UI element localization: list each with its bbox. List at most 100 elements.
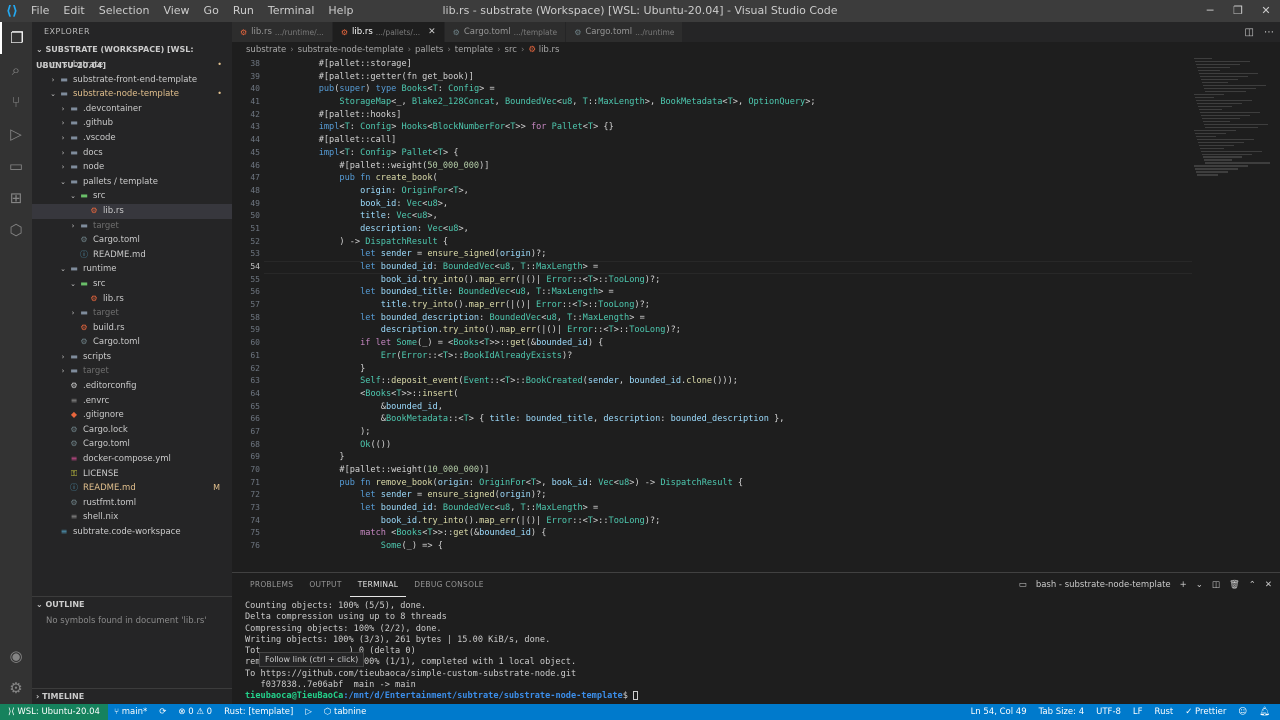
breadcrumb-item[interactable]: src <box>505 45 517 55</box>
workspace-header[interactable]: ⌄ SUBSTRATE (WORKSPACE) [WSL: UBUNTU-20.… <box>32 42 232 70</box>
menu-item-edit[interactable]: Edit <box>56 0 91 22</box>
formatter-status[interactable]: ✓ Prettier <box>1179 704 1232 720</box>
tree-item-pallets-template[interactable]: ⌄ ▬ pallets / template <box>32 175 232 190</box>
code-line[interactable]: Self::deposit_event(Event::<T>::BookCrea… <box>298 375 816 388</box>
feedback-icon[interactable]: ☺ <box>1232 704 1253 720</box>
tree-item-subtrate-code-workspace[interactable]: ≡ subtrate.code-workspace <box>32 525 232 540</box>
code-editor[interactable]: 38 39 40 41 42 43 44 45 46 47 48 49 50 51 52 53 54 55 56 57… <box>232 58 1280 572</box>
tree-item--gitignore[interactable]: ◆ .gitignore <box>32 408 232 423</box>
settings-gear-icon[interactable]: ⚙ <box>0 672 32 704</box>
code-line[interactable]: if let Some(_) = <Books<T>>::get(&bounde… <box>298 337 816 350</box>
breadcrumb-item[interactable]: substrate <box>246 45 286 55</box>
tree-item-node[interactable]: › ▬ node <box>32 160 232 175</box>
tab-lib-rs-0[interactable]: ⚙ lib.rs .../runtime/... <box>232 22 333 42</box>
tree-item-docker-compose-yml[interactable]: ≡ docker-compose.yml <box>32 452 232 467</box>
tree-item-cargo-toml[interactable]: ⚙ Cargo.toml <box>32 437 232 452</box>
tab-size[interactable]: Tab Size: 4 <box>1033 704 1091 720</box>
tree-item-src[interactable]: ⌄ ▬ src <box>32 189 232 204</box>
code-line[interactable]: #[pallet::weight(50_000_000)] <box>298 160 816 173</box>
code-line[interactable]: #[pallet::storage] <box>298 58 816 71</box>
tree-item--github[interactable]: › ▬ .github <box>32 116 232 131</box>
tree-item--envrc[interactable]: ≡ .envrc <box>32 394 232 409</box>
breadcrumb-item[interactable]: substrate-node-template <box>298 45 404 55</box>
code-line[interactable]: StorageMap<_, Blake2_128Concat, BoundedV… <box>298 96 815 109</box>
tree-item-scripts[interactable]: › ▬ scripts <box>32 350 232 365</box>
code-line[interactable]: #[pallet::getter(fn get_book)] <box>298 71 816 84</box>
end-of-line[interactable]: LF <box>1127 704 1149 720</box>
code-line[interactable]: description: Vec<u8>, <box>298 223 816 236</box>
tree-item-src[interactable]: ⌄ ▬ src <box>32 277 232 292</box>
code-line[interactable]: book_id.try_into().map_err(|()| Error::<… <box>298 515 816 528</box>
tree-item--devcontainer[interactable]: › ▬ .devcontainer <box>32 102 232 117</box>
code-line[interactable]: pub fn remove_book(origin: OriginFor<T>,… <box>298 477 816 490</box>
tree-item-readme-md[interactable]: ⓘ README.md <box>32 248 232 263</box>
tree-item-target[interactable]: › ▬ target <box>32 306 232 321</box>
minimize-icon[interactable]: ─ <box>1196 0 1224 22</box>
menu-item-selection[interactable]: Selection <box>92 0 157 22</box>
menu-item-run[interactable]: Run <box>226 0 261 22</box>
source-control-icon[interactable]: ⑂ <box>0 86 32 118</box>
code-line[interactable]: &BookMetadata::<T> { title: bounded_titl… <box>298 413 816 426</box>
breadcrumb-item[interactable]: template <box>455 45 493 55</box>
code-line[interactable]: let bounded_title: BoundedVec<u8, T::Max… <box>298 286 816 299</box>
code-line[interactable]: Err(Error::<T>::BookIdAlreadyExists)? <box>298 350 816 363</box>
code-line[interactable]: Ok(()) <box>298 439 816 452</box>
breadcrumb-item[interactable]: pallets <box>415 45 443 55</box>
code-line[interactable]: origin: OriginFor<T>, <box>298 185 816 198</box>
code-line[interactable]: #[pallet::weight(10_000_000)] <box>298 464 816 477</box>
search-icon[interactable]: ⌕ <box>0 54 32 86</box>
chevron-up-icon[interactable]: ⌃ <box>1249 580 1256 590</box>
docker-icon[interactable]: ⬡ <box>0 214 32 246</box>
problems-indicator[interactable]: ⊗ 0 ⚠ 0 <box>172 704 218 720</box>
tree-item-lib-rs[interactable]: ⚙ lib.rs <box>32 203 232 219</box>
tree-item-lib-rs[interactable]: ⚙ lib.rs <box>32 292 232 307</box>
tree-item-cargo-toml[interactable]: ⚙ Cargo.toml <box>32 233 232 248</box>
tree-item--vscode[interactable]: › ▬ .vscode <box>32 131 232 146</box>
code-line[interactable]: pub fn create_book( <box>298 172 816 185</box>
code-line[interactable]: title: Vec<u8>, <box>298 210 816 223</box>
code-line[interactable]: book_id: Vec<u8>, <box>298 198 816 211</box>
tree-item-substrate-node-template[interactable]: ⌄ ▬ substrate-node-template • <box>32 87 232 102</box>
close-tab-icon[interactable]: ✕ <box>428 27 436 37</box>
menu-item-terminal[interactable]: Terminal <box>261 0 322 22</box>
maximize-icon[interactable]: ❐ <box>1224 0 1252 22</box>
timeline-section-header[interactable]: › TIMELINE <box>32 688 232 704</box>
tree-item-license[interactable]: ⚿ LICENSE <box>32 467 232 482</box>
code-line[interactable]: impl<T: Config> Hooks<BlockNumberFor<T>>… <box>298 121 816 134</box>
cursor-position[interactable]: Ln 54, Col 49 <box>965 704 1033 720</box>
code-line[interactable]: let bounded_id: BoundedVec<u8, T::MaxLen… <box>298 261 816 274</box>
code-line[interactable]: Some(_) => { <box>298 540 816 553</box>
close-panel-icon[interactable]: ✕ <box>1265 580 1272 590</box>
close-window-icon[interactable]: ✕ <box>1252 0 1280 22</box>
code-line[interactable]: match <Books<T>>::get(&bounded_id) { <box>298 527 816 540</box>
explorer-icon[interactable]: ❐ <box>0 22 32 54</box>
tree-item-build-rs[interactable]: ⚙ build.rs <box>32 321 232 336</box>
code-line[interactable]: let bounded_id: BoundedVec<u8, T::MaxLen… <box>298 502 816 515</box>
sync-icon[interactable]: ⟳ <box>153 704 172 720</box>
code-line[interactable]: ) -> DispatchResult { <box>298 236 816 249</box>
panel-tab-debug-console[interactable]: DEBUG CONSOLE <box>406 573 492 597</box>
breadcrumb-item[interactable]: lib.rs <box>539 45 560 55</box>
code-line[interactable]: let bounded_description: BoundedVec<u8, … <box>298 312 816 325</box>
split-editor-icon[interactable]: ◫ <box>1245 27 1254 38</box>
minimap[interactable] <box>1194 58 1270 572</box>
code-line[interactable]: } <box>298 363 816 376</box>
code-line[interactable]: } <box>298 451 816 464</box>
code-line[interactable]: #[pallet::call] <box>298 134 816 147</box>
rust-analyzer-status[interactable]: Rust: [template] <box>218 704 299 720</box>
tree-item--editorconfig[interactable]: ⚙ .editorconfig <box>32 379 232 394</box>
panel-tab-output[interactable]: OUTPUT <box>301 573 349 597</box>
code-line[interactable]: let sender = ensure_signed(origin)?; <box>298 489 816 502</box>
code-line[interactable]: description.try_into().map_err(|()| Erro… <box>298 324 816 337</box>
run-debug-icon[interactable]: ▷ <box>0 118 32 150</box>
panel-tab-problems[interactable]: PROBLEMS <box>242 573 301 597</box>
tree-item-rustfmt-toml[interactable]: ⚙ rustfmt.toml <box>32 496 232 511</box>
terminal-name[interactable]: bash - substrate-node-template <box>1036 580 1171 590</box>
tree-item-substrate-front-end-template[interactable]: › ▬ substrate-front-end-template <box>32 73 232 88</box>
account-icon[interactable]: ◉ <box>0 640 32 672</box>
panel-tab-terminal[interactable]: TERMINAL <box>349 573 407 597</box>
extensions-icon[interactable]: ⊞ <box>0 182 32 214</box>
code-line[interactable]: <Books<T>>::insert( <box>298 388 816 401</box>
split-terminal-icon[interactable]: ◫ <box>1212 580 1220 590</box>
tree-item-cargo-toml[interactable]: ⚙ Cargo.toml <box>32 335 232 350</box>
